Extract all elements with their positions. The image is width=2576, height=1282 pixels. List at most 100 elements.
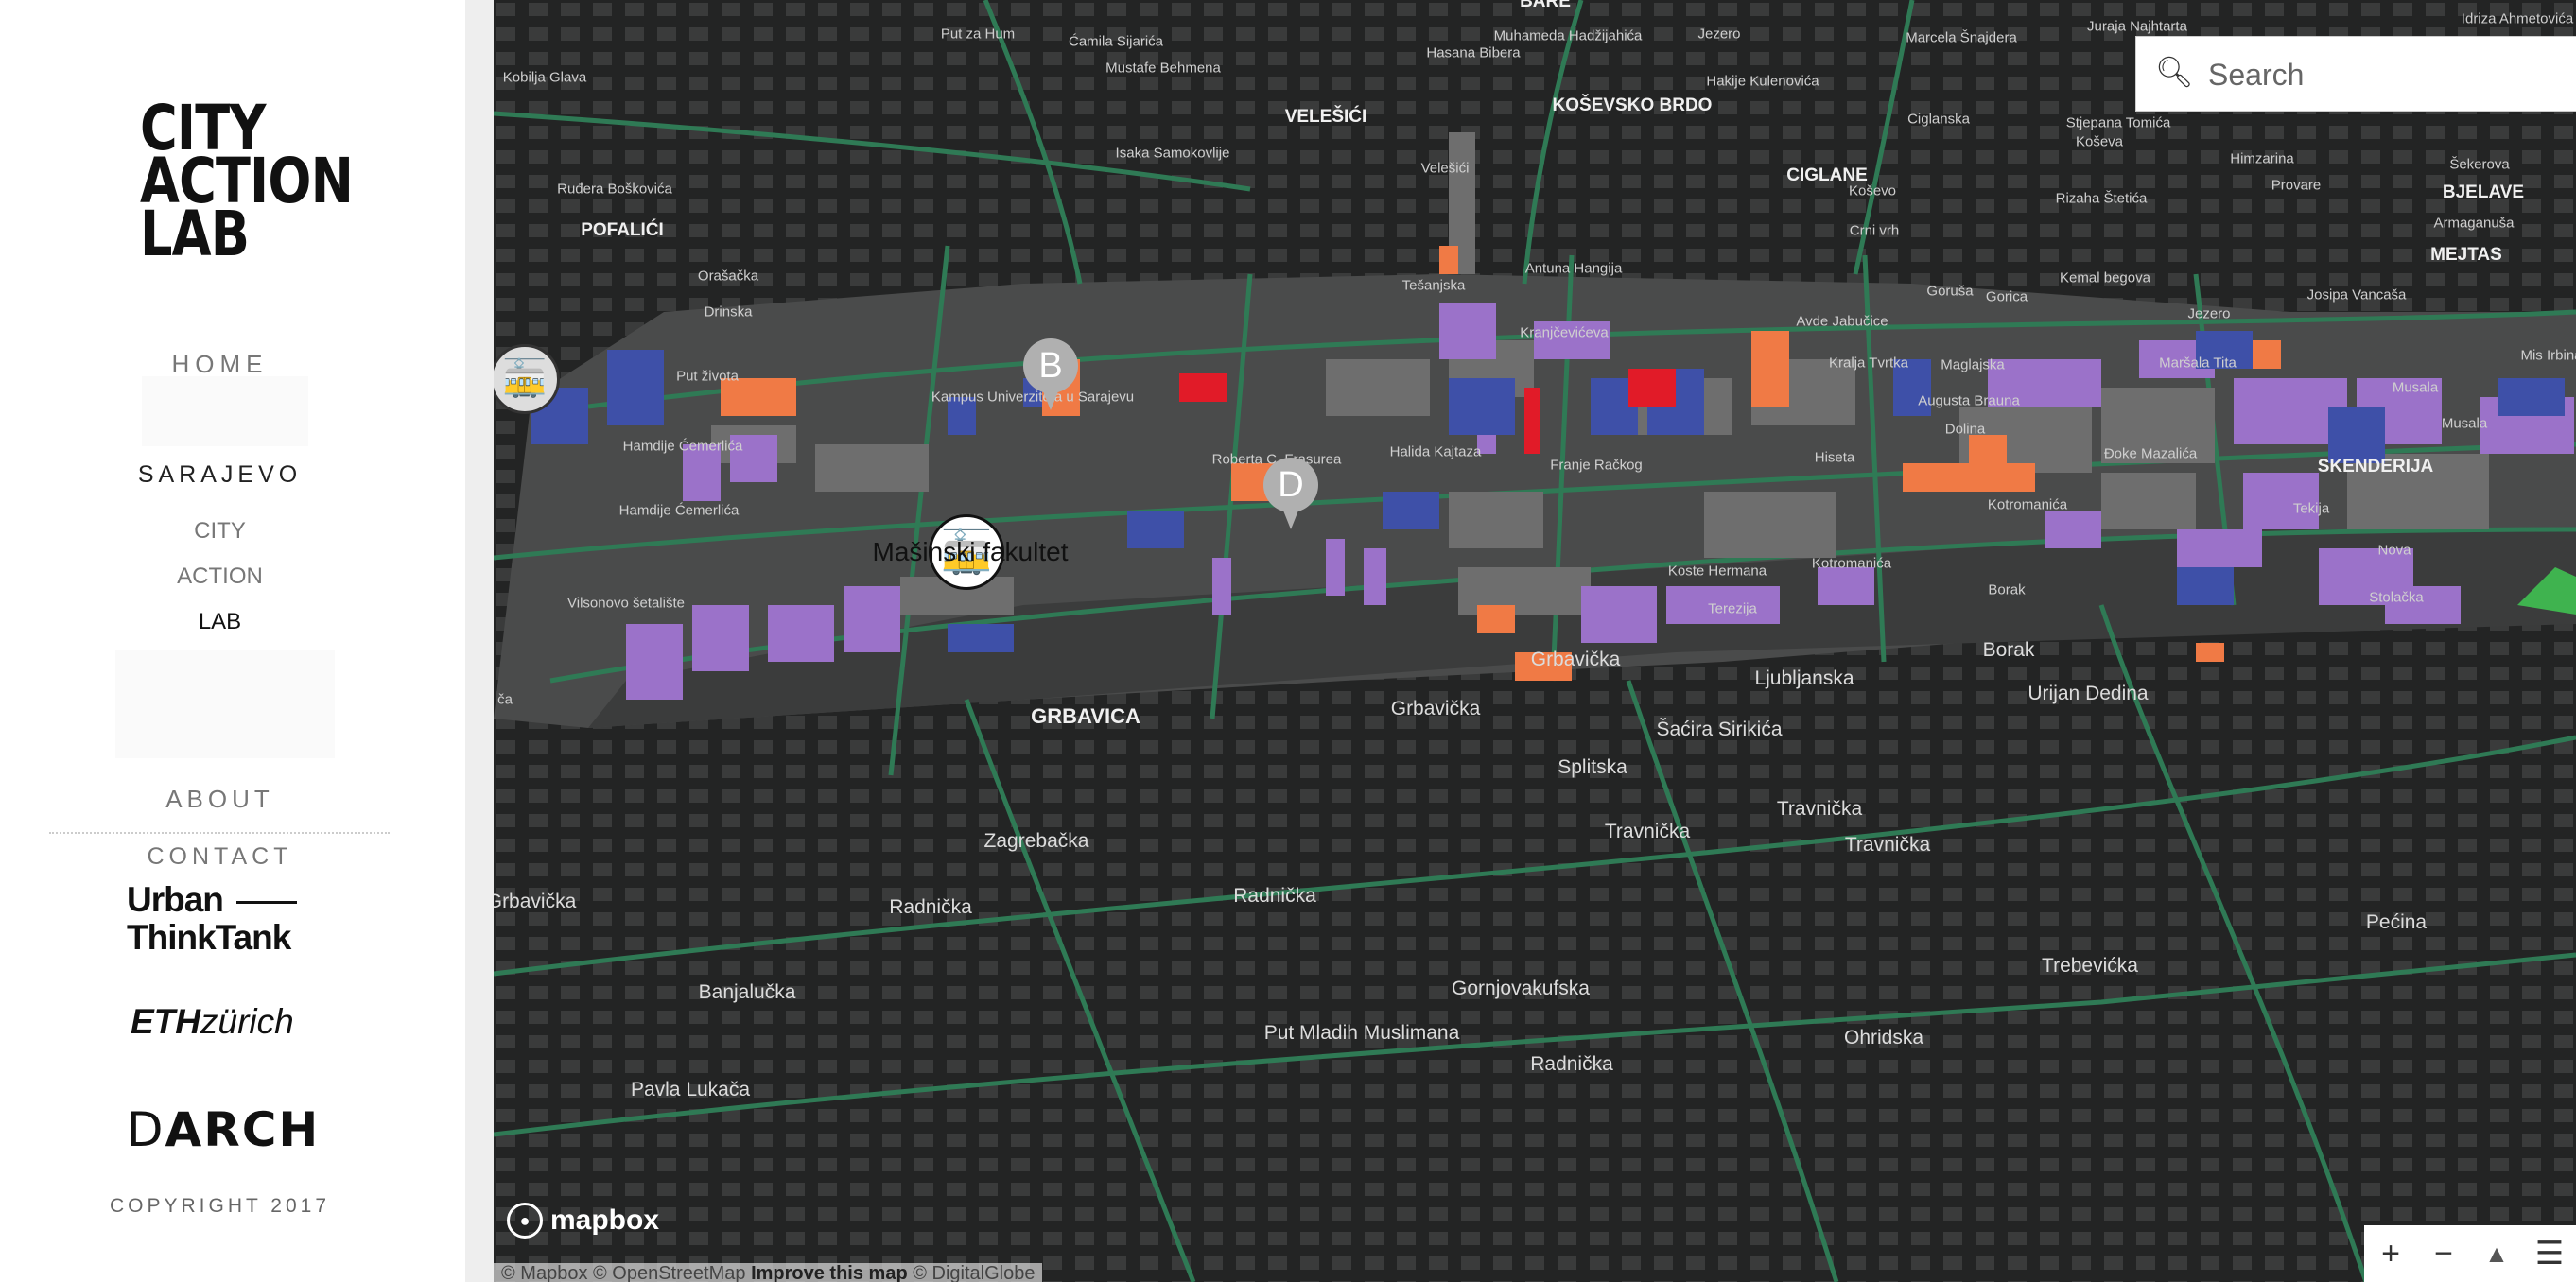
zoom-out-button[interactable]: − — [2417, 1236, 2470, 1273]
street-label: Isaka Samokovlije — [1115, 145, 1230, 162]
nav-placeholder-block-2 — [115, 650, 335, 758]
district-label: GRBAVICA — [1031, 704, 1140, 728]
nav-about-link[interactable]: ABOUT — [0, 785, 440, 814]
street-label: Musala — [2441, 415, 2488, 432]
nav-placeholder-block — [142, 376, 308, 446]
compass-icon[interactable]: ▲ — [2470, 1239, 2523, 1269]
street-label: Stolačka — [2369, 589, 2424, 606]
street-label: Marcela Šnajdera — [1906, 29, 2017, 46]
street-label: Grbavička — [1390, 698, 1481, 719]
street-label: Grbavička — [1530, 649, 1621, 670]
district-label: SKENDERIJA — [2317, 457, 2434, 476]
street-label: ča — [497, 691, 513, 708]
mapbox-mark-icon: ● — [507, 1203, 543, 1239]
urban-thinktank-logo[interactable]: Urban ThinkTank — [127, 881, 335, 957]
street-label: Velešići — [1420, 160, 1470, 177]
tram-stop-label: Mašinski fakultet — [872, 537, 1069, 566]
nav-sub-city[interactable]: CITY — [0, 518, 440, 545]
map-attribution: © Mapbox © OpenStreetMap Improve this ma… — [494, 1263, 1043, 1282]
street-label: Goruša — [1926, 283, 1974, 300]
eth-zurich-logo[interactable]: ETHzürich — [131, 1002, 357, 1042]
search-input[interactable] — [2206, 54, 2569, 95]
street-label: Franje Račkog — [1550, 457, 1643, 474]
street-label: Antuna Hangija — [1524, 260, 1623, 277]
street-label: Radnička — [1233, 885, 1316, 907]
street-label: Kobilja Glava — [502, 69, 587, 86]
street-label: Halida Kajtaza — [1389, 443, 1482, 460]
darch-logo-rest: ARCH — [165, 1102, 321, 1157]
nav-sub-action[interactable]: ACTION — [0, 563, 440, 590]
urban-logo-line2: ThinkTank — [127, 918, 291, 957]
eth-logo-italic: zürich — [200, 1002, 294, 1041]
street-label: Koste Hermana — [1667, 563, 1767, 580]
street-label: Ruđera Boškovića — [557, 181, 672, 198]
street-label: Stjepana Tomića — [2065, 114, 2171, 131]
district-label: VELEŠIĆI — [1284, 107, 1367, 127]
street-label: Jezero — [1697, 26, 1741, 43]
street-label: Maršala Tita — [2159, 355, 2237, 372]
attribution-prefix: © Mapbox © OpenStreetMap — [501, 1263, 746, 1282]
street-label: Terezija — [1708, 600, 1757, 617]
district-label: BJELAVE — [2442, 182, 2525, 202]
street-label: Provare — [2271, 177, 2322, 194]
urban-logo-dash — [235, 900, 297, 904]
street-label: Travnička — [1776, 798, 1863, 820]
street-label: Kampus Univerziteta u Sarajevu — [931, 389, 1135, 406]
street-label: Kemal begova — [2060, 269, 2150, 286]
improve-map-link[interactable]: Improve this map — [751, 1263, 908, 1282]
map-3d-render — [494, 0, 2576, 1282]
street-label: Augusta Brauna — [1918, 392, 2020, 409]
street-label: Kotromanića — [1987, 496, 2068, 513]
map-pin-b[interactable]: B — [1023, 338, 1078, 410]
nav-home-link[interactable]: HOME — [0, 350, 440, 379]
city-action-lab-logo[interactable]: CITY ACTION LAB — [140, 97, 354, 266]
street-label: Himzarina — [2230, 150, 2294, 167]
street-label: Đoke Mazalića — [2103, 445, 2198, 462]
nav-contact-link[interactable]: CONTACT — [0, 843, 440, 871]
map-pin-d[interactable]: D — [1263, 458, 1318, 529]
street-label: Avde Jabučice — [1796, 313, 1888, 330]
street-label: Jezero — [2187, 305, 2231, 322]
street-label: Muhameda Hadžijahića — [1493, 27, 1643, 44]
district-label: CIGLANE — [1786, 165, 1868, 185]
street-label: Tekija — [2292, 500, 2330, 517]
nav-divider — [49, 832, 390, 834]
street-label: Ciglanska — [1907, 111, 1970, 128]
map-controls: + − ▲ ☰ — [2364, 1225, 2576, 1282]
street-label: Juraja Najhtarta — [2087, 18, 2187, 35]
street-label: Hakije Kulenovića — [1706, 73, 1819, 90]
nav-sarajevo-heading[interactable]: SARAJEVO — [0, 461, 440, 489]
street-label: Hamdije Ćemerlića — [622, 438, 743, 455]
street-label: Ćamila Sijarića — [1068, 33, 1164, 50]
street-label: Musala — [2392, 379, 2439, 396]
street-label: Pećina — [2365, 911, 2428, 933]
map-canvas[interactable]: Put za Hum Ćamila Sijarića Mustafe Behme… — [494, 0, 2576, 1282]
menu-icon[interactable]: ☰ — [2523, 1235, 2576, 1273]
street-label: Nova — [2377, 542, 2411, 559]
search-box[interactable]: 🔍︎ — [2135, 36, 2576, 112]
street-label: Hiseta — [1814, 449, 1855, 466]
nav-sub-lab[interactable]: LAB — [0, 609, 440, 635]
darch-logo[interactable]: DARCH — [127, 1102, 354, 1157]
mapbox-logo[interactable]: ● mapbox — [507, 1203, 659, 1239]
street-label: Orašačka — [697, 268, 759, 285]
street-label: Ljubljanska — [1754, 667, 1854, 689]
street-label: Maglajska — [1941, 356, 2005, 373]
street-label: Travnička — [1844, 834, 1931, 856]
street-label: Crni vrh — [1849, 222, 1900, 239]
street-label: Put Mladih Muslimana — [1263, 1022, 1460, 1044]
street-label: Koševa — [2075, 133, 2124, 150]
street-label: Dolina — [1944, 421, 1986, 438]
street-label: Kranjčevićeva — [1520, 324, 1609, 341]
street-label: Kotromanića — [1811, 555, 1892, 572]
zoom-in-button[interactable]: + — [2364, 1236, 2417, 1273]
street-label: Borak — [1982, 639, 2035, 661]
street-label: Hasana Bibera — [1426, 44, 1521, 61]
sidebar: CITY ACTION LAB HOME SARAJEVO CITY ACTIO… — [0, 0, 465, 1282]
street-label: Put za Hum — [940, 26, 1016, 43]
street-label: Borak — [1988, 581, 2026, 598]
district-label: BARE — [1520, 0, 1571, 11]
street-label: Mustafe Behmena — [1105, 60, 1221, 77]
street-label: Ohridska — [1843, 1027, 1924, 1048]
street-label: Armaganuša — [2433, 215, 2515, 232]
